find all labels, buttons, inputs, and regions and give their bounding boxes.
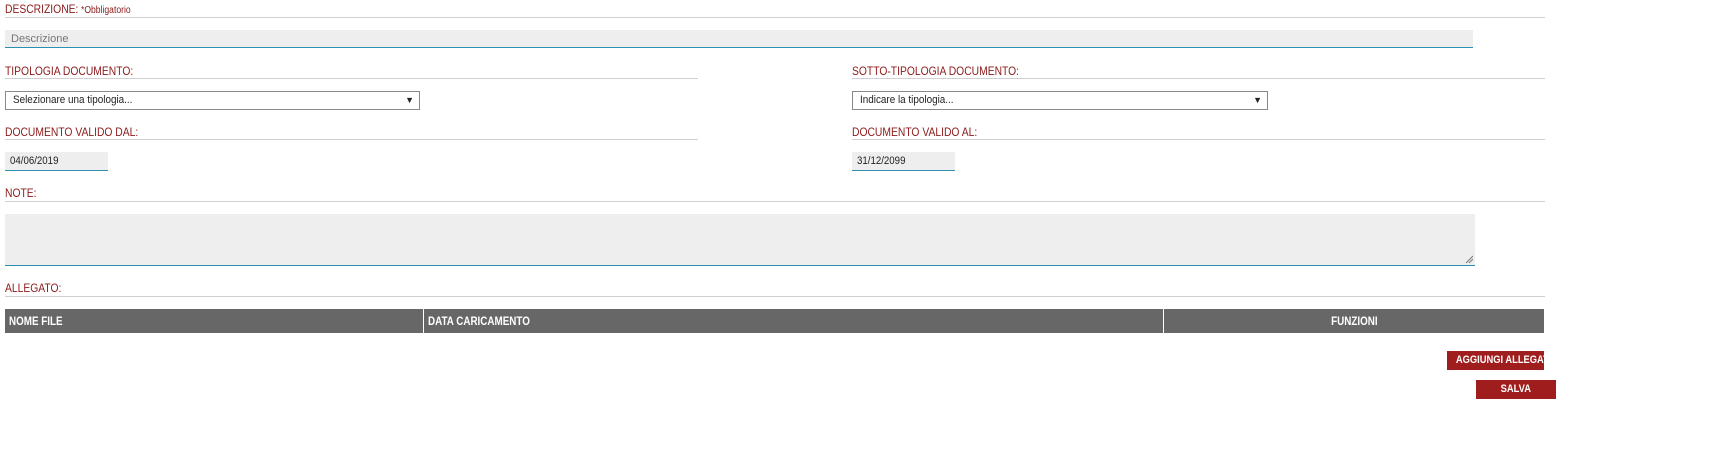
column-nome-file[interactable]: NOME FILE <box>5 309 424 333</box>
sotto-tipologia-select[interactable]: Indicare la tipologia... ▼ <box>852 91 1268 110</box>
column-data-caricamento[interactable]: DATA CARICAMENTO <box>424 309 1164 333</box>
valido-dal-label: DOCUMENTO VALIDO DAL: <box>5 125 139 139</box>
sotto-tipologia-divider <box>852 78 1545 79</box>
sotto-tipologia-selected-value: Indicare la tipologia... <box>860 94 954 106</box>
sotto-tipologia-label: SOTTO-TIPOLOGIA DOCUMENTO: <box>852 64 1020 78</box>
tipologia-selected-value: Selezionare una tipologia... <box>13 94 133 106</box>
note-textarea[interactable] <box>5 214 1475 266</box>
dropdown-arrow-icon: ▼ <box>405 95 414 105</box>
valido-al-input[interactable]: 31/12/2099 <box>852 152 955 171</box>
valido-dal-input[interactable]: 04/06/2019 <box>5 152 108 171</box>
resize-handle-icon[interactable] <box>1465 255 1473 263</box>
column-funzioni[interactable]: FUNZIONI <box>1164 309 1544 333</box>
add-attachment-button[interactable]: AGGIUNGI ALLEGATO <box>1447 351 1556 370</box>
tipologia-label: TIPOLOGIA DOCUMENTO: <box>5 64 134 78</box>
allegati-table-header: NOME FILE DATA CARICAMENTO FUNZIONI <box>5 309 1544 333</box>
dropdown-arrow-icon: ▼ <box>1253 95 1262 105</box>
note-label: NOTE: <box>5 186 37 200</box>
descrizione-divider <box>5 17 1545 18</box>
valido-al-label: DOCUMENTO VALIDO AL: <box>852 125 978 139</box>
allegato-divider <box>5 296 1545 297</box>
tipologia-divider <box>5 78 698 79</box>
valido-al-value: 31/12/2099 <box>857 155 906 167</box>
required-note: *Obbligatorio <box>80 5 131 16</box>
valido-dal-divider <box>5 139 698 140</box>
valido-dal-value: 04/06/2019 <box>10 155 59 167</box>
tipologia-select[interactable]: Selezionare una tipologia... ▼ <box>5 91 420 110</box>
descrizione-label-text: DESCRIZIONE: <box>5 2 79 16</box>
descrizione-input[interactable] <box>5 30 1473 48</box>
allegato-label: ALLEGATO: <box>5 281 62 295</box>
save-button[interactable]: SALVA <box>1476 380 1556 399</box>
valido-al-divider <box>852 139 1545 140</box>
save-button-label: SALVA <box>1500 383 1532 395</box>
add-attachment-button-label: AGGIUNGI ALLEGATO <box>1455 354 1556 366</box>
note-divider <box>5 201 1545 202</box>
descrizione-label: DESCRIZIONE: *Obbligatorio <box>5 2 131 18</box>
